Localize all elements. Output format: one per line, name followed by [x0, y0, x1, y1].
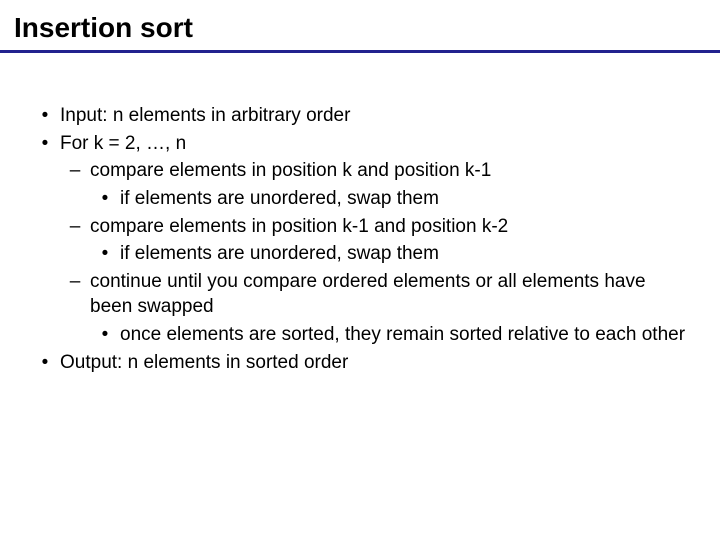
- bullet-text: if elements are unordered, swap them: [120, 186, 690, 212]
- bullet-for: • For k = 2, …, n: [30, 131, 690, 157]
- slide-title: Insertion sort: [0, 12, 720, 50]
- bullet-text: continue until you compare ordered eleme…: [90, 269, 690, 320]
- bullet-once: • once elements are sorted, they remain …: [90, 322, 690, 348]
- bullet-dot-icon: •: [30, 103, 60, 129]
- bullet-text: compare elements in position k-1 and pos…: [90, 214, 690, 240]
- bullet-dash-icon: –: [60, 214, 90, 240]
- bullet-if2: • if elements are unordered, swap them: [90, 241, 690, 267]
- slide: Insertion sort • Input: n elements in ar…: [0, 0, 720, 540]
- bullet-input: • Input: n elements in arbitrary order: [30, 103, 690, 129]
- bullet-compare1: – compare elements in position k and pos…: [60, 158, 690, 184]
- slide-content: • Input: n elements in arbitrary order •…: [0, 103, 720, 375]
- bullet-continue: – continue until you compare ordered ele…: [60, 269, 690, 320]
- bullet-dash-icon: –: [60, 158, 90, 184]
- bullet-dot-icon: •: [30, 131, 60, 157]
- bullet-dot-icon: •: [90, 186, 120, 212]
- bullet-dash-icon: –: [60, 269, 90, 320]
- bullet-dot-icon: •: [90, 241, 120, 267]
- bullet-compare2: – compare elements in position k-1 and p…: [60, 214, 690, 240]
- bullet-text: For k = 2, …, n: [60, 131, 690, 157]
- bullet-text: Output: n elements in sorted order: [60, 350, 690, 376]
- bullet-output: • Output: n elements in sorted order: [30, 350, 690, 376]
- bullet-text: once elements are sorted, they remain so…: [120, 322, 690, 348]
- bullet-text: Input: n elements in arbitrary order: [60, 103, 690, 129]
- title-divider: [0, 50, 720, 53]
- bullet-if1: • if elements are unordered, swap them: [90, 186, 690, 212]
- bullet-dot-icon: •: [90, 322, 120, 348]
- bullet-dot-icon: •: [30, 350, 60, 376]
- bullet-text: if elements are unordered, swap them: [120, 241, 690, 267]
- bullet-text: compare elements in position k and posit…: [90, 158, 690, 184]
